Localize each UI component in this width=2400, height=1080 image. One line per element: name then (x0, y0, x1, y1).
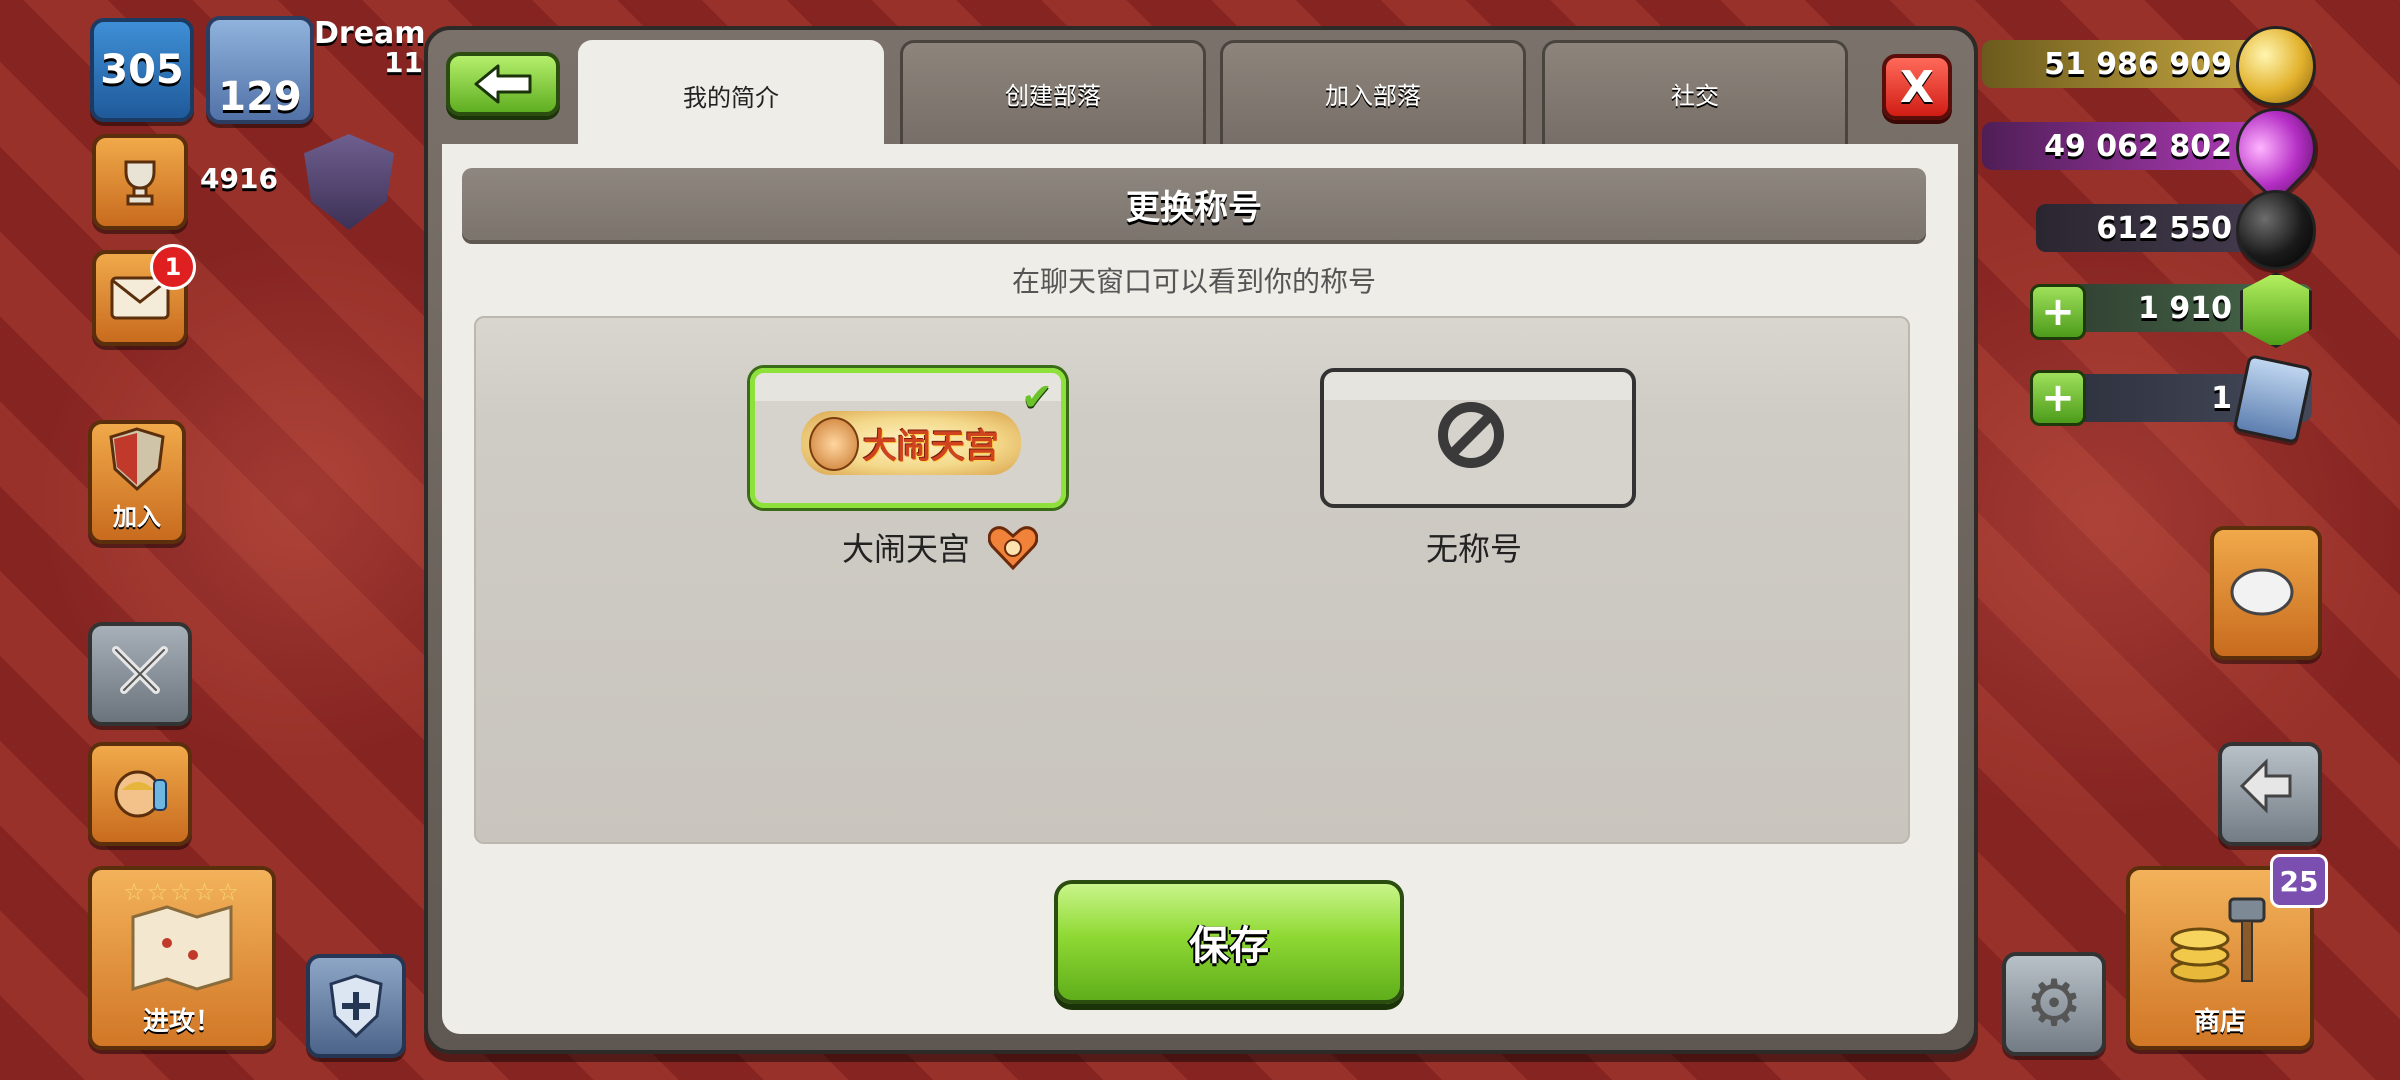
section-header: 更换称号 (462, 168, 1926, 240)
attack-button[interactable]: ☆☆☆☆☆ 进攻！ (88, 866, 276, 1050)
trophy-icon (124, 160, 156, 206)
hero-button[interactable] (88, 742, 192, 846)
builder-hand-icon (2230, 568, 2294, 616)
section-subtitle: 在聊天窗口可以看到你的称号 (1011, 265, 1376, 298)
settings-button[interactable]: ⚙ (2002, 952, 2106, 1056)
shop-icon (2170, 897, 2266, 983)
title-label-monkey-king: 大闹天宫 (842, 530, 971, 568)
swap-arrows-icon (2239, 758, 2292, 814)
trophy-button[interactable] (92, 134, 188, 230)
clan-war-button[interactable] (88, 622, 192, 726)
dark-elixir-icon (2236, 190, 2316, 270)
add-gems-button[interactable]: + (2030, 284, 2086, 340)
clan-button-label: 加入 (113, 503, 161, 531)
arrow-left-icon (474, 64, 532, 104)
title-card-none[interactable] (1320, 368, 1636, 508)
shop-notification-badge: 25 (2270, 854, 2328, 908)
close-button[interactable]: X (1882, 54, 1952, 120)
heart-icon (988, 526, 1038, 570)
title-label-none: 无称号 (1426, 530, 1523, 568)
trophy-count: 4916 (200, 162, 278, 195)
add-ticket-button[interactable]: + (2030, 370, 2086, 426)
tab-social[interactable]: 社交 (1542, 40, 1848, 144)
map-icon (131, 904, 233, 992)
title-list-panel (474, 316, 1910, 844)
shield-plus-icon (329, 974, 383, 1038)
save-button[interactable]: 保存 (1054, 880, 1404, 1004)
league-level-badge[interactable]: 129 (206, 16, 314, 124)
close-icon: X (1900, 61, 1934, 113)
gold-icon (2236, 26, 2316, 106)
mail-notification-badge: 1 (150, 244, 196, 290)
no-title-icon (1438, 402, 1504, 468)
title-art-text: 大闹天宫 (863, 426, 999, 467)
clan-button[interactable]: 加入 (88, 420, 186, 544)
barbarian-icon (114, 770, 167, 818)
tab-my-profile[interactable]: 我的简介 (578, 40, 884, 148)
title-card-monkey-king[interactable]: ✔ 大闹天宫 (750, 368, 1066, 508)
tab-join-clan[interactable]: 加入部落 (1220, 40, 1526, 144)
tab-create-clan[interactable]: 创建部落 (900, 40, 1206, 144)
player-level-badge[interactable]: 305 (90, 18, 194, 122)
builder-button[interactable] (2210, 526, 2322, 660)
monkey-face-icon (809, 417, 859, 471)
shop-button-label: 商店 (2193, 1007, 2246, 1037)
attack-stars-icon: ☆☆☆☆☆ (123, 878, 241, 906)
back-button[interactable] (446, 52, 560, 116)
attack-button-label: 进攻！ (142, 1007, 221, 1037)
shield-button[interactable] (306, 954, 406, 1058)
gear-icon: ⚙ (2025, 967, 2083, 1041)
clan-shield-icon (109, 427, 165, 491)
switch-village-button[interactable] (2218, 742, 2322, 846)
check-icon: ✔ (1021, 375, 1053, 419)
crossed-swords-icon (112, 646, 168, 694)
